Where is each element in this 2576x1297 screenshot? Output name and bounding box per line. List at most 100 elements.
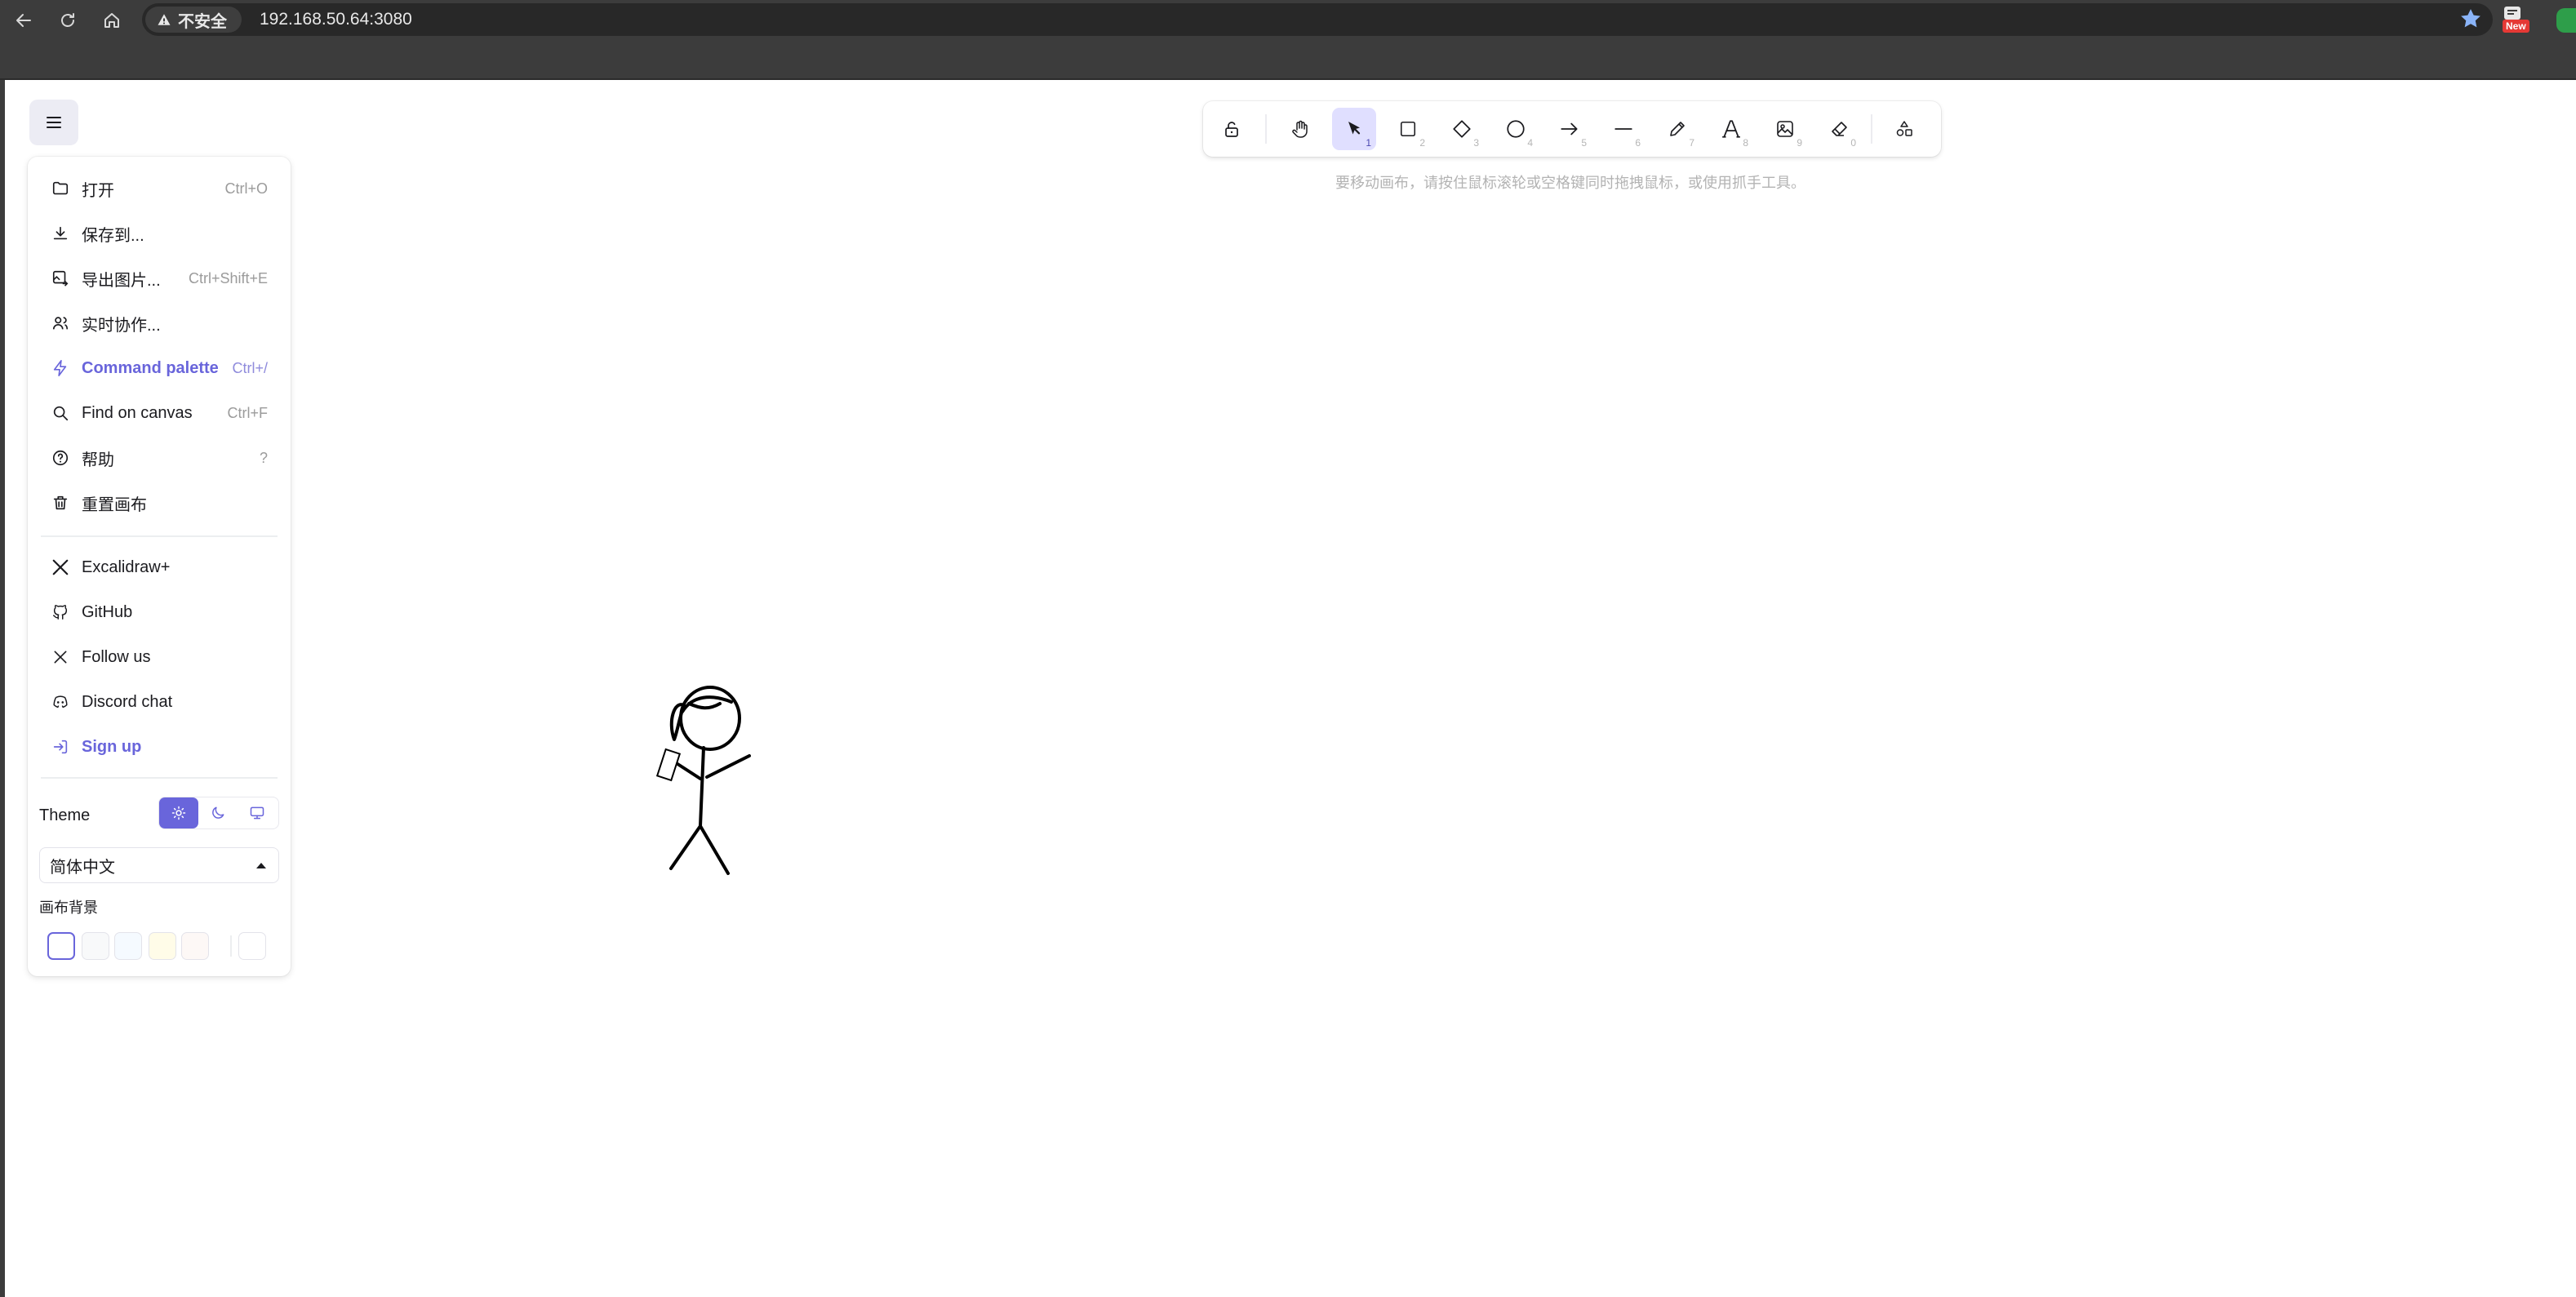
menu-link-discord[interactable]: Discord chat <box>39 682 279 722</box>
menu-item-help[interactable]: 帮助 ? <box>39 438 279 478</box>
bg-custom-color-button[interactable] <box>238 932 266 960</box>
text-icon <box>1721 118 1742 140</box>
bolt-icon <box>51 358 70 378</box>
stick-figure-drawing[interactable] <box>650 673 764 885</box>
diamond-icon <box>1451 118 1472 140</box>
menu-item-label: GitHub <box>82 602 133 621</box>
unlock-icon <box>1222 119 1241 139</box>
canvas-background-label: 画布背景 <box>39 899 98 916</box>
menu-item-label: 重置画布 <box>82 495 147 514</box>
menu-divider <box>41 535 278 537</box>
shapes-toolbar: 1 2 3 4 5 6 7 8 9 0 <box>1203 101 1941 157</box>
theme-light-button[interactable] <box>159 797 198 828</box>
home-button[interactable] <box>96 5 127 36</box>
security-chip[interactable]: 不安全 <box>145 7 242 33</box>
shortcut-key: 4 <box>1527 137 1533 149</box>
menu-item-label: 导出图片... <box>82 271 161 290</box>
language-select[interactable]: 简体中文 <box>39 847 279 883</box>
caret-up-icon <box>255 861 267 869</box>
lock-tool-button[interactable] <box>1210 108 1254 150</box>
selection-tool-button[interactable]: 1 <box>1332 108 1376 150</box>
url-text[interactable]: 192.168.50.64:3080 <box>260 10 412 29</box>
hand-tool-button[interactable] <box>1278 108 1322 150</box>
menu-link-excalidraw-plus[interactable]: Excalidraw+ <box>39 547 279 588</box>
menu-item-label: Find on canvas <box>82 403 193 422</box>
arrow-tool-button[interactable]: 5 <box>1548 108 1592 150</box>
address-bar[interactable]: 不安全 192.168.50.64:3080 <box>142 3 2493 36</box>
monitor-icon <box>249 805 265 821</box>
hamburger-icon <box>44 113 64 132</box>
main-menu-button[interactable] <box>29 100 78 145</box>
line-icon <box>1613 118 1634 140</box>
hand-icon <box>1290 119 1310 139</box>
swatch-divider <box>230 935 232 957</box>
menu-item-label: 帮助 <box>82 451 114 469</box>
menu-link-follow-us[interactable]: Follow us <box>39 637 279 677</box>
theme-toggle <box>158 797 279 829</box>
home-icon <box>102 11 122 30</box>
bg-swatch-light-yellow[interactable] <box>149 932 176 960</box>
x-logo-icon <box>51 647 70 667</box>
security-label: 不安全 <box>178 12 227 31</box>
moon-icon <box>210 805 226 821</box>
menu-item-label: Sign up <box>82 737 142 756</box>
theme-dark-button[interactable] <box>198 797 238 828</box>
eraser-icon <box>1829 119 1849 139</box>
shortcut-key: 5 <box>1581 137 1587 149</box>
line-tool-button[interactable]: 6 <box>1601 108 1646 150</box>
menu-item-label: 保存到... <box>82 226 144 245</box>
bookmark-star-button[interactable] <box>2458 7 2483 31</box>
menu-item-open[interactable]: 打开 Ctrl+O <box>39 168 279 209</box>
text-tool-button[interactable]: 8 <box>1709 108 1753 150</box>
menu-item-command-palette[interactable]: Command palette Ctrl+/ <box>39 348 279 389</box>
diamond-tool-button[interactable]: 3 <box>1440 108 1484 150</box>
extension-button[interactable]: New <box>2501 5 2534 38</box>
menu-item-shortcut: Ctrl+/ <box>232 359 268 376</box>
shortcut-key: 6 <box>1635 137 1641 149</box>
theme-system-button[interactable] <box>238 797 277 828</box>
new-badge: New <box>2503 20 2529 33</box>
help-icon <box>51 448 70 468</box>
menu-item-reset-canvas[interactable]: 重置画布 <box>39 482 279 523</box>
users-icon <box>51 313 70 333</box>
shortcut-key: 3 <box>1473 137 1479 149</box>
bookmarks-bar <box>0 41 2576 116</box>
toolbar-divider <box>1871 114 1872 144</box>
bg-swatch-light-gray[interactable] <box>82 932 109 960</box>
more-tools-button[interactable] <box>1882 108 1926 150</box>
reload-icon <box>58 11 78 30</box>
menu-link-sign-up[interactable]: Sign up <box>39 726 279 767</box>
menu-item-label: Follow us <box>82 647 151 666</box>
menu-item-label: Command palette <box>82 358 219 377</box>
extension-icon-green[interactable] <box>2556 8 2576 33</box>
bg-swatch-light-pink[interactable] <box>181 932 209 960</box>
shortcut-key: 9 <box>1797 137 1802 149</box>
arrow-right-icon <box>1559 118 1580 140</box>
arrow-left-icon <box>14 11 33 30</box>
browser-toolbar: 不安全 192.168.50.64:3080 New <box>0 0 2576 41</box>
back-button[interactable] <box>8 5 39 36</box>
shortcut-key: 7 <box>1689 137 1694 149</box>
main-menu: 打开 Ctrl+O 保存到... 导出图片... Ctrl+Shift+E 实时… <box>28 157 291 976</box>
shortcut-key: 2 <box>1419 137 1425 149</box>
eraser-tool-button[interactable]: 0 <box>1817 108 1861 150</box>
rectangle-tool-button[interactable]: 2 <box>1386 108 1430 150</box>
menu-item-label: 实时协作... <box>82 316 161 335</box>
canvas[interactable]: 打开 Ctrl+O 保存到... 导出图片... Ctrl+Shift+E 实时… <box>0 80 2576 1297</box>
reload-button[interactable] <box>52 5 83 36</box>
menu-item-label: Excalidraw+ <box>82 557 171 576</box>
menu-item-export-image[interactable]: 导出图片... Ctrl+Shift+E <box>39 258 279 299</box>
menu-item-save-to[interactable]: 保存到... <box>39 213 279 254</box>
shortcut-key: 8 <box>1743 137 1748 149</box>
discord-icon <box>51 692 70 712</box>
star-icon <box>2458 7 2483 31</box>
menu-link-github[interactable]: GitHub <box>39 592 279 633</box>
bg-swatch-light-blue[interactable] <box>114 932 142 960</box>
draw-tool-button[interactable]: 7 <box>1655 108 1699 150</box>
image-tool-button[interactable]: 9 <box>1763 108 1807 150</box>
menu-item-label: Discord chat <box>82 692 173 711</box>
menu-item-find-on-canvas[interactable]: Find on canvas Ctrl+F <box>39 393 279 433</box>
bg-swatch-white[interactable] <box>47 932 75 960</box>
ellipse-tool-button[interactable]: 4 <box>1494 108 1538 150</box>
menu-item-live-collaboration[interactable]: 实时协作... <box>39 303 279 344</box>
